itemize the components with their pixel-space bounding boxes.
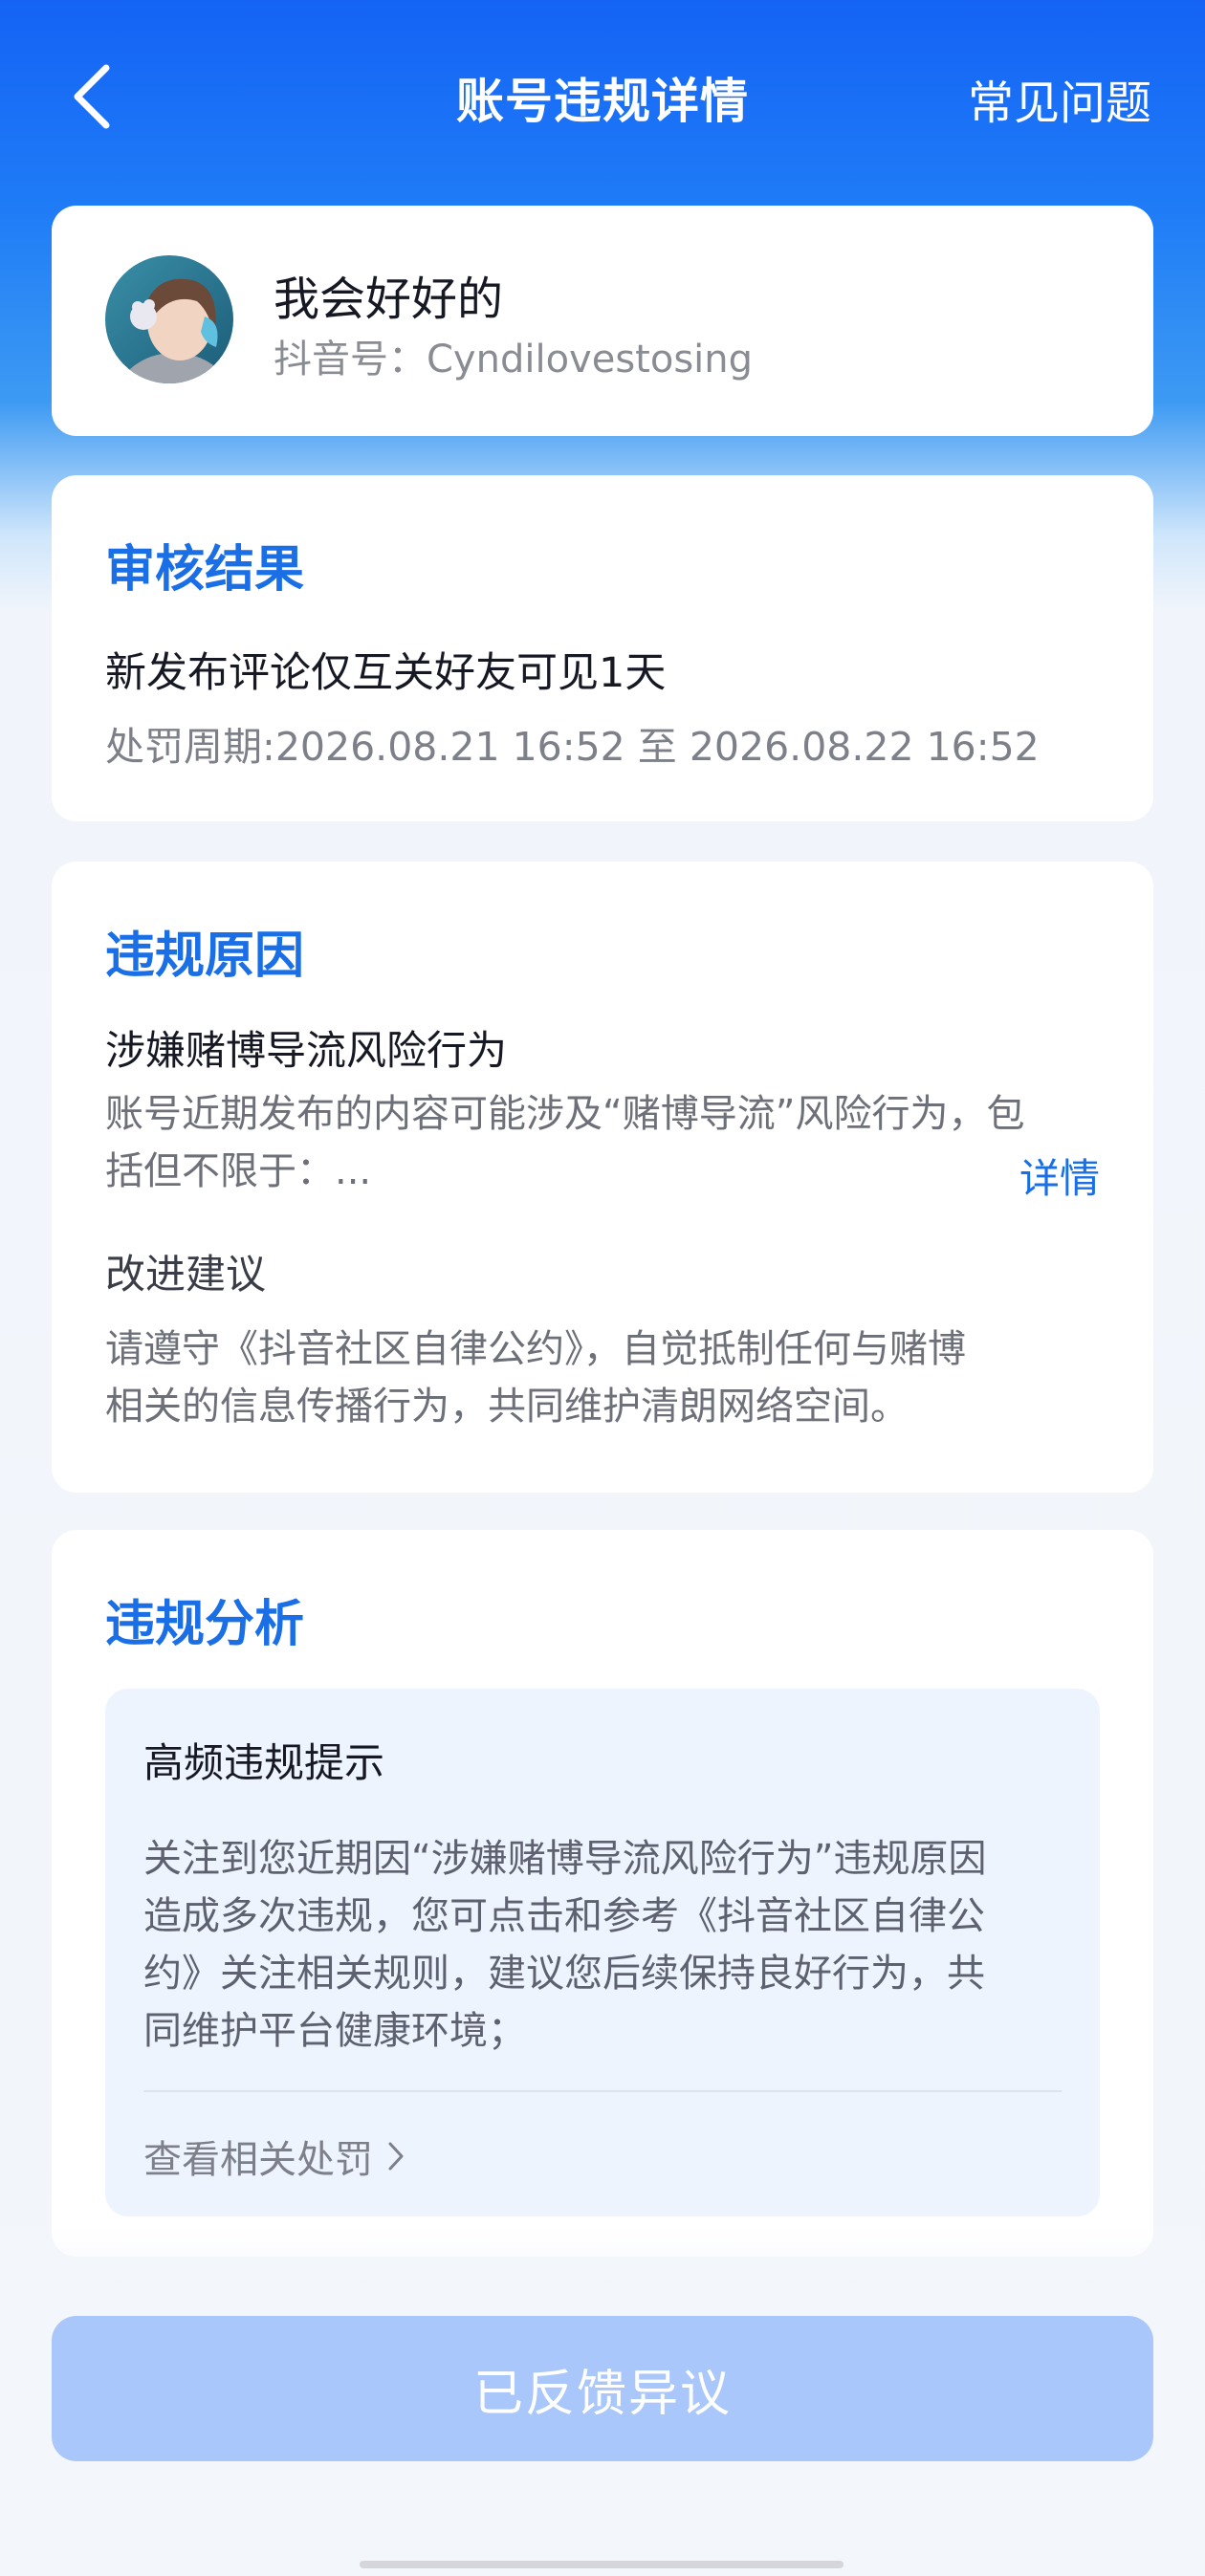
view-related-penalties-label: 查看相关处罚: [143, 2138, 373, 2182]
feedback-submitted-button[interactable]: 已反馈异议: [52, 2316, 1153, 2461]
advice-line1: 请遵守《抖音社区自律公约》，自觉抵制任何与赌博: [105, 1327, 966, 1371]
review-result-title: 审核结果: [105, 541, 305, 599]
user-douyin-id: 抖音号：Cyndilovestosing: [274, 338, 754, 382]
violation-reason-card: 违规原因 涉嫌赌博导流风险行为 账号近期发布的内容可能涉及“赌博导流”风险行为，…: [52, 862, 1153, 1493]
reason-description-line1: 账号近期发布的内容可能涉及“赌博导流”风险行为，包: [105, 1092, 1025, 1136]
advice-title: 改进建议: [105, 1251, 267, 1298]
reason-title: 涉嫌赌博导流风险行为: [105, 1027, 508, 1074]
header-bar: 账号违规详情 常见问题: [0, 0, 1205, 191]
tip-line-2: 造成多次违规，您可点击和参考《抖音社区自律公: [143, 1894, 985, 1938]
high-frequency-tip-box: 高频违规提示 关注到您近期因“涉嫌赌博导流风险行为”违规原因 造成多次违规，您可…: [105, 1689, 1100, 2216]
page: 账号违规详情 常见问题 我会好好的 抖音号：Cyndilovestosing 审…: [0, 0, 1205, 2576]
tip-text: 关注到您近期因“涉嫌赌博导流风险行为”违规原因 造成多次违规，您可点击和参考《抖…: [143, 1830, 1062, 2060]
reason-description-line2: 括但不限于：...: [105, 1149, 372, 1193]
home-indicator: [360, 2561, 844, 2568]
violation-analysis-title: 违规分析: [105, 1596, 305, 1653]
chevron-right-icon: [388, 2142, 404, 2171]
penalty-period: 处罚周期:2026.08.21 16:52 至 2026.08.22 16:52: [105, 724, 1040, 770]
user-name: 我会好好的: [274, 273, 504, 326]
avatar[interactable]: [105, 255, 233, 383]
view-related-penalties-link[interactable]: 查看相关处罚: [143, 2128, 405, 2184]
penalty-text: 新发布评论仅互关好友可见1天: [105, 649, 667, 697]
tip-line-3: 约》关注相关规则，建议您后续保持良好行为，共: [143, 1952, 985, 1996]
review-result-card: 审核结果 新发布评论仅互关好友可见1天 处罚周期:2026.08.21 16:5…: [52, 475, 1153, 821]
tip-title: 高频违规提示: [143, 1739, 385, 1786]
advice-line2: 相关的信息传播行为，共同维护清朗网络空间。: [105, 1385, 909, 1429]
avatar-image: [105, 255, 233, 383]
reason-detail-link[interactable]: 详情: [1019, 1146, 1100, 1205]
faq-link[interactable]: 常见问题: [968, 65, 1151, 132]
scroll-fade: [0, 2228, 1205, 2304]
tip-line-1: 关注到您近期因“涉嫌赌博导流风险行为”违规原因: [143, 1837, 987, 1881]
divider: [143, 2090, 1062, 2092]
violation-reason-title: 违规原因: [105, 928, 305, 985]
violation-analysis-card: 违规分析 高频违规提示 关注到您近期因“涉嫌赌博导流风险行为”违规原因 造成多次…: [52, 1530, 1153, 2257]
user-card: 我会好好的 抖音号：Cyndilovestosing: [52, 206, 1153, 436]
tip-line-4: 同维护平台健康环境；: [143, 2009, 526, 2053]
